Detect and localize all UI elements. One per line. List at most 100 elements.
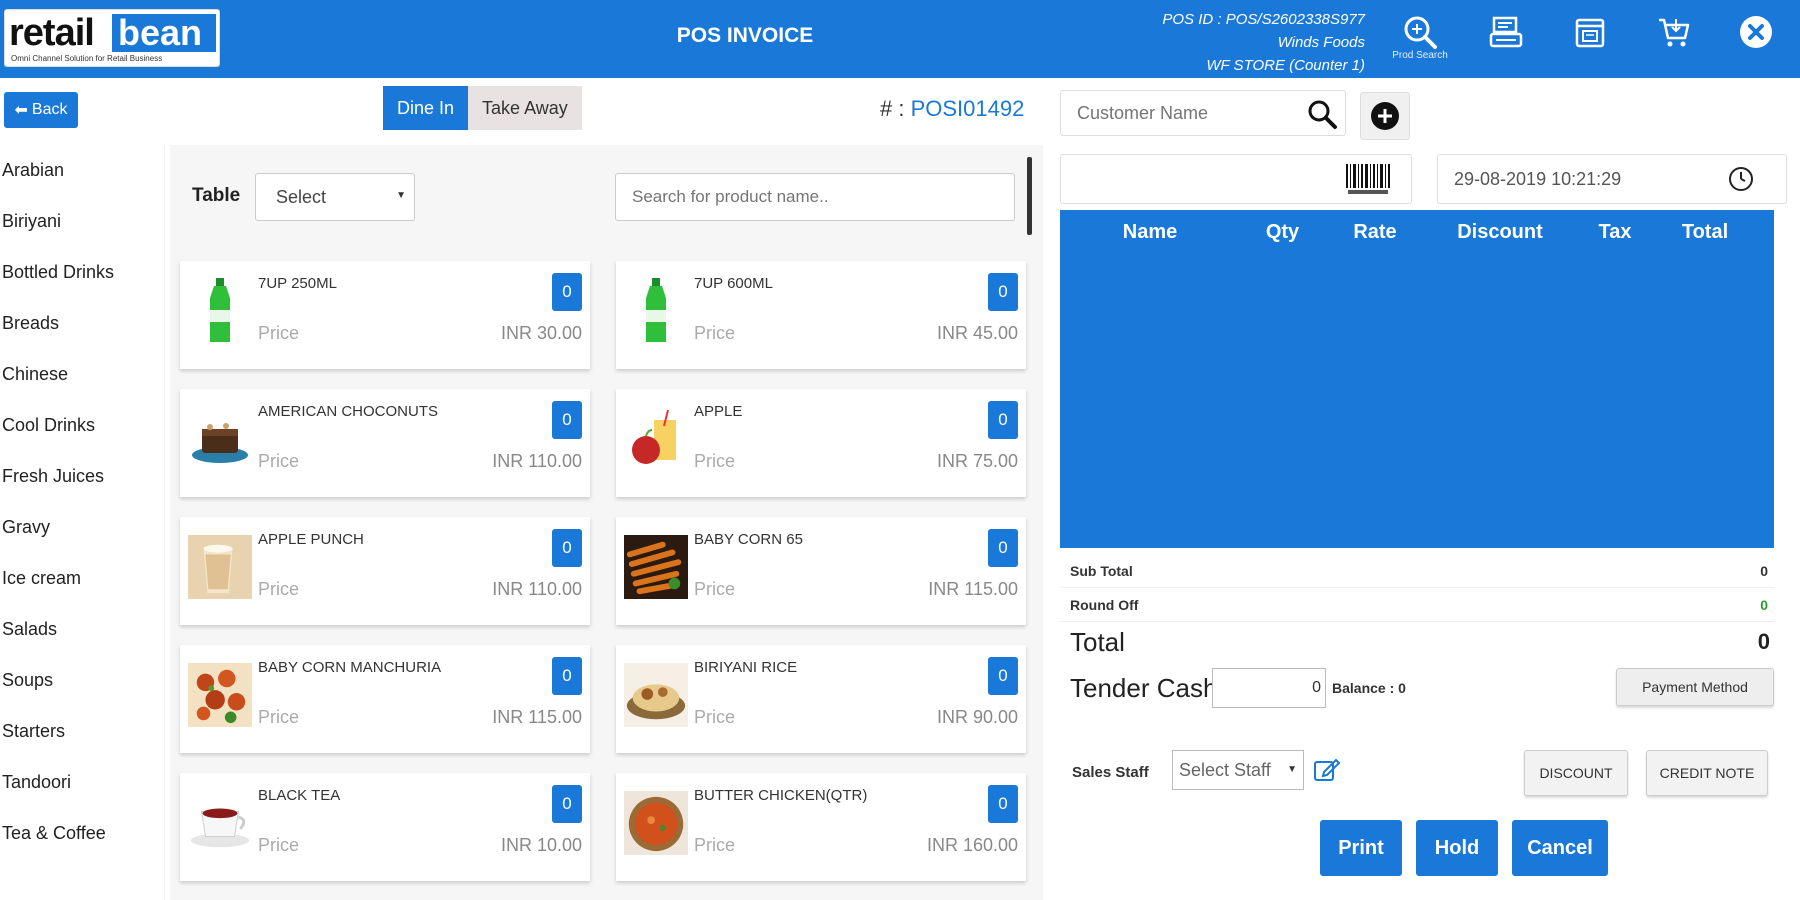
retailbean-logo: retail bean Omni Channel Solution for Re… [4, 9, 220, 67]
product-image [624, 531, 688, 603]
clock-icon[interactable] [1728, 166, 1754, 192]
invoice-prefix: # : [880, 96, 911, 121]
price-label: Price [694, 835, 736, 855]
price-label: Price [694, 451, 736, 471]
edit-icon[interactable] [1312, 756, 1340, 784]
balance-label: Balance : 0 [1332, 680, 1406, 696]
product-search-input[interactable] [615, 173, 1015, 221]
product-card[interactable]: 7UP 250ML 0 Price INR 30.00 [180, 261, 590, 369]
back-button[interactable]: ⬅ Back [4, 92, 78, 128]
punch-icon [188, 535, 252, 599]
category-item[interactable]: Starters [0, 706, 164, 757]
arrow-left-icon: ⬅ [14, 102, 28, 119]
product-card[interactable]: AMERICAN CHOCONUTS 0 Price INR 110.00 [180, 389, 590, 497]
category-item[interactable]: Gravy [0, 502, 164, 553]
staff-select[interactable]: Select Staff ▼ [1172, 750, 1304, 790]
total-row: Total 0 [1060, 622, 1774, 662]
sub-total-row: Sub Total 0 [1060, 554, 1774, 588]
tea-cup-icon [190, 808, 250, 848]
store-name: WF STORE (Counter 1) [1206, 57, 1365, 74]
staff-select-value: Select Staff [1179, 759, 1271, 780]
sub-total-value: 0 [1760, 562, 1768, 579]
product-name: BABY CORN MANCHURIA [258, 659, 442, 676]
product-card[interactable]: APPLE PUNCH 0 Price INR 110.00 [180, 517, 590, 625]
print-button[interactable]: Print [1320, 820, 1402, 876]
tab-dine-in[interactable]: Dine In [383, 86, 469, 130]
price-label: Price [258, 579, 300, 599]
sales-staff-label: Sales Staff [1072, 764, 1149, 781]
close-button[interactable] [1728, 12, 1784, 68]
printer-icon [1575, 18, 1605, 48]
category-item[interactable]: Arabian [0, 145, 164, 196]
bottle-icon [210, 278, 230, 342]
payment-method-button[interactable]: Payment Method [1616, 668, 1774, 706]
product-image [188, 531, 252, 603]
cart-col-qty: Qty [1265, 220, 1300, 243]
tender-cash-input[interactable]: 0 [1212, 668, 1326, 708]
product-name: APPLE PUNCH [258, 531, 364, 548]
add-customer-button[interactable] [1360, 92, 1410, 140]
qty-badge: 0 [988, 401, 1018, 439]
customer-search-button[interactable] [1302, 94, 1342, 134]
product-card[interactable]: BABY CORN 65 0 Price INR 115.00 [616, 517, 1026, 625]
product-card[interactable]: 7UP 600ML 0 Price INR 45.00 [616, 261, 1026, 369]
logo-word-retail: retail [9, 12, 95, 54]
product-card[interactable]: BIRIYANI RICE 0 Price INR 90.00 [616, 645, 1026, 753]
tab-take-away[interactable]: Take Away [468, 86, 582, 130]
round-off-row: Round Off 0 [1060, 588, 1774, 622]
rice-icon [624, 663, 688, 727]
order-type-tabs: Dine In Take Away [383, 86, 582, 130]
category-item[interactable]: Tandoori [0, 757, 164, 808]
product-card[interactable]: BLACK TEA 0 Price INR 10.00 [180, 773, 590, 881]
category-item[interactable]: Soups [0, 655, 164, 706]
category-item[interactable]: Chinese [0, 349, 164, 400]
discount-button[interactable]: DISCOUNT [1524, 750, 1628, 796]
category-item[interactable]: Tea & Coffee [0, 808, 164, 859]
invoice-number: # : POSI01492 [880, 96, 1024, 122]
credit-note-button[interactable]: CREDIT NOTE [1646, 750, 1768, 796]
product-image [624, 787, 688, 859]
category-list: Arabian Biriyani Bottled Drinks Breads C… [0, 145, 165, 900]
product-name: 7UP 250ML [258, 275, 337, 292]
cart-col-discount: Discount [1457, 220, 1543, 243]
product-area: Table Select ▼ 7UP 250ML 0 Price INR 30.… [170, 145, 1043, 900]
price-label: Price [694, 579, 736, 599]
dessert-icon [192, 423, 248, 463]
pos-id: POS ID : POS/S2602338S977 [1162, 11, 1365, 28]
category-item[interactable]: Fresh Juices [0, 451, 164, 502]
qty-badge: 0 [552, 273, 582, 311]
cart-col-name: Name [1122, 220, 1178, 243]
category-item[interactable]: Bottled Drinks [0, 247, 164, 298]
price-value: INR 90.00 [936, 707, 1018, 727]
cart-button[interactable] [1646, 12, 1702, 68]
product-card[interactable]: BABY CORN MANCHURIA 0 Price INR 115.00 [180, 645, 590, 753]
category-item[interactable]: Salads [0, 604, 164, 655]
cart-col-tax: Tax [1598, 220, 1632, 243]
price-value: INR 75.00 [936, 451, 1018, 471]
product-grid: 7UP 250ML 0 Price INR 30.00 7UP 600ML 0 … [180, 261, 1030, 881]
prod-search-caption: Prod Search [1392, 50, 1448, 61]
product-card[interactable]: BUTTER CHICKEN(QTR) 0 Price INR 160.00 [616, 773, 1026, 881]
sub-total-label: Sub Total [1070, 562, 1133, 579]
cancel-button[interactable]: Cancel [1512, 820, 1608, 876]
table-select[interactable]: Select ▼ [255, 173, 415, 221]
product-name: BLACK TEA [258, 787, 341, 804]
page-title: POS INVOICE [676, 24, 814, 47]
table-label: Table [192, 185, 241, 206]
category-item[interactable]: Cool Drinks [0, 400, 164, 451]
tender-cash-label: Tender Cash [1070, 672, 1218, 703]
category-item[interactable]: Biriyani [0, 196, 164, 247]
qty-badge: 0 [552, 529, 582, 567]
prod-search-button[interactable]: Prod Search [1392, 12, 1448, 68]
category-item[interactable]: Breads [0, 298, 164, 349]
printer-button[interactable] [1562, 12, 1618, 68]
prod-search-icon [1404, 16, 1437, 49]
price-value: INR 110.00 [492, 451, 582, 471]
product-card[interactable]: APPLE 0 Price INR 75.00 [616, 389, 1026, 497]
bottle-icon [646, 278, 666, 342]
scrollbar[interactable] [1027, 157, 1032, 235]
hold-button[interactable]: Hold [1416, 820, 1498, 876]
search-icon [1308, 100, 1337, 129]
category-item[interactable]: Ice cream [0, 553, 164, 604]
register-button[interactable] [1478, 12, 1534, 68]
